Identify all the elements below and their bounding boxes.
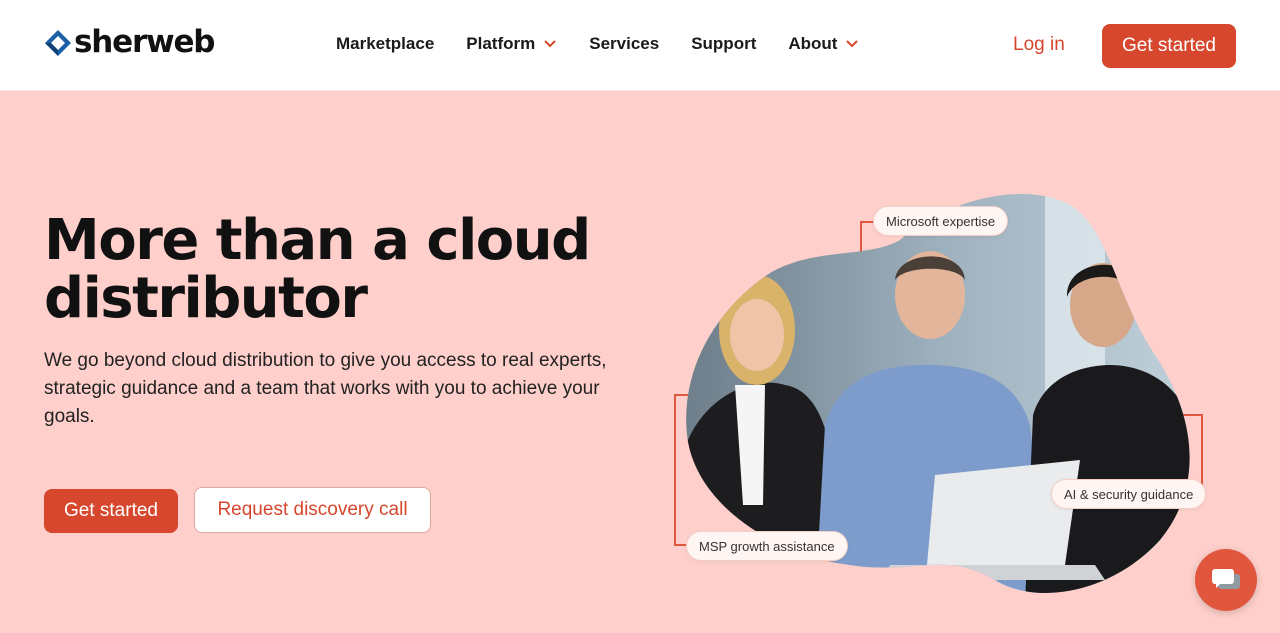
tag-microsoft-expertise: Microsoft expertise: [873, 206, 1009, 236]
nav-item-label: Support: [691, 34, 757, 53]
main-nav: Marketplace Platform Services Support Ab…: [336, 34, 891, 54]
chevron-down-icon: [544, 40, 556, 48]
hero-visual: Microsoft expertise AI & security guidan…: [665, 185, 1235, 605]
chat-bubbles-icon: [1212, 569, 1240, 589]
hero-title-line2: distributor: [44, 266, 368, 331]
logo-wordmark: sherweb: [74, 24, 215, 60]
nav-item-platform[interactable]: Platform: [466, 34, 557, 54]
nav-item-about[interactable]: About: [788, 34, 859, 54]
nav-item-label: Marketplace: [336, 34, 435, 53]
chat-launcher-button[interactable]: [1195, 549, 1257, 611]
hero-title-line1: More than a cloud: [44, 208, 591, 273]
header-get-started-button[interactable]: Get started: [1102, 24, 1236, 68]
login-link[interactable]: Log in: [1013, 34, 1065, 56]
nav-item-label: Services: [589, 34, 660, 53]
sherweb-logo-icon: [45, 29, 71, 56]
hero-subtitle: We go beyond cloud distribution to give …: [44, 350, 607, 427]
hero-title: More than a cloud distributor: [44, 212, 644, 328]
tag-ai-security-guidance: AI & security guidance: [1051, 479, 1207, 509]
nav-item-label: Platform: [466, 34, 536, 53]
nav-item-label: About: [788, 34, 838, 53]
site-header: sherweb Marketplace Platform Services Su…: [0, 0, 1280, 91]
sherweb-logo[interactable]: sherweb: [44, 24, 215, 60]
hero-get-started-button[interactable]: Get started: [44, 489, 178, 533]
chevron-down-icon: [846, 40, 859, 48]
nav-item-support[interactable]: Support: [691, 34, 756, 54]
nav-item-services[interactable]: Services: [589, 34, 659, 54]
request-discovery-call-button[interactable]: Request discovery call: [194, 487, 431, 533]
nav-item-marketplace[interactable]: Marketplace: [336, 34, 434, 54]
tag-msp-growth-assistance: MSP growth assistance: [686, 531, 848, 561]
